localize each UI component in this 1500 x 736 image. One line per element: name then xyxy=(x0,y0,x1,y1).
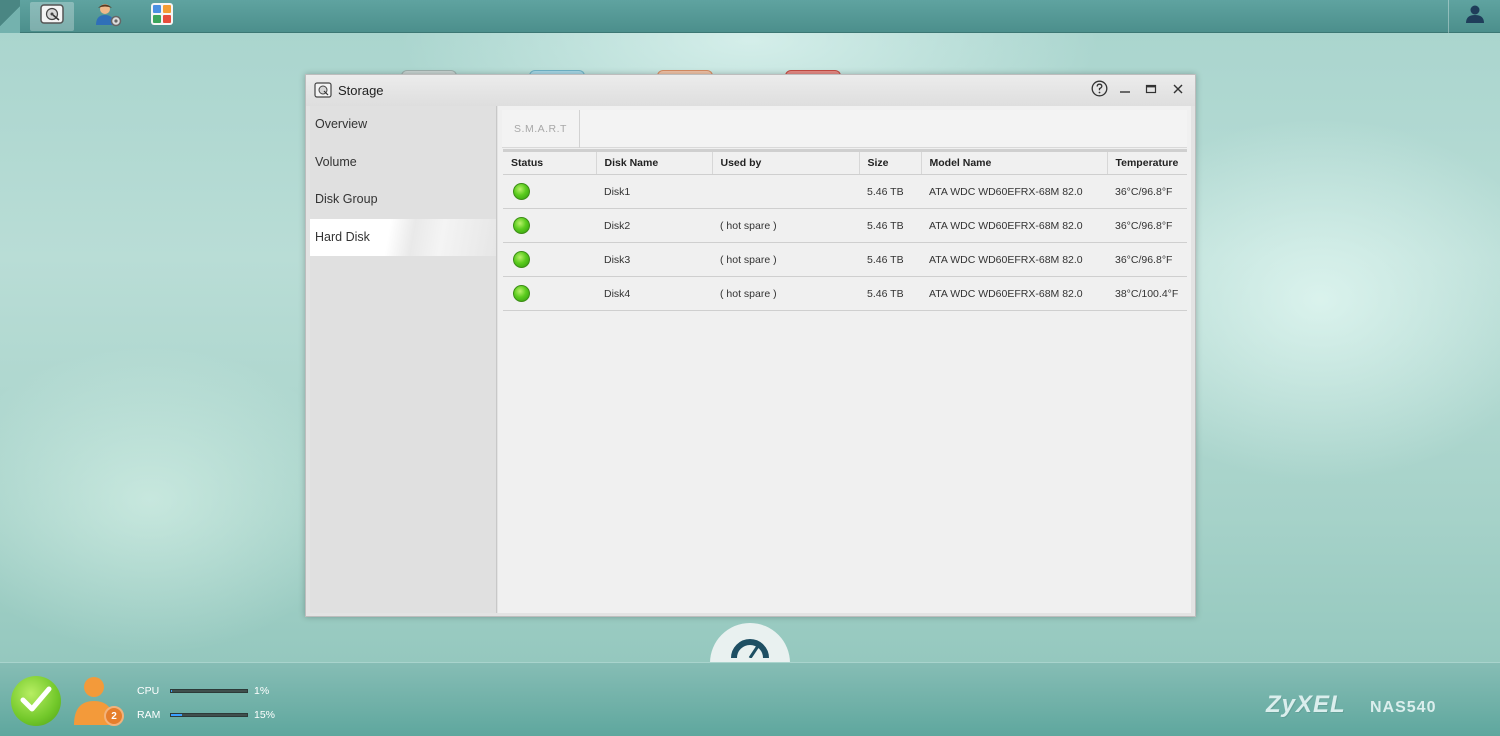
model-cell: ATA WDC WD60EFRX-68M 82.0 xyxy=(921,242,1107,277)
temperature-cell: 36°C/96.8°F xyxy=(1107,208,1187,243)
users-count-badge: 2 xyxy=(104,706,124,726)
status-ok-icon xyxy=(513,183,530,200)
help-button[interactable] xyxy=(1089,80,1109,102)
model-cell: ATA WDC WD60EFRX-68M 82.0 xyxy=(921,174,1107,209)
disk-name-cell: Disk3 xyxy=(596,242,712,277)
window-title: Storage xyxy=(338,83,384,98)
table-header-row: Status Disk Name Used by Size Model Name… xyxy=(503,150,1187,175)
size-cell: 5.46 TB xyxy=(859,174,921,209)
used-by-cell: ( hot spare ) xyxy=(712,276,859,311)
cpu-meter-fill xyxy=(171,690,173,692)
status-cell xyxy=(503,276,596,311)
brand-logo: ZyXEL xyxy=(1266,691,1346,718)
ram-value: 15% xyxy=(254,709,276,721)
used-by-cell: ( hot spare ) xyxy=(712,208,859,243)
cpu-value: 1% xyxy=(254,685,270,697)
disk-name-cell: Disk1 xyxy=(596,174,712,209)
maximize-button[interactable] xyxy=(1141,81,1161,101)
minimize-icon xyxy=(1119,82,1131,100)
sidebar-item-overview[interactable]: Overview xyxy=(310,106,496,144)
ram-label: RAM xyxy=(137,709,161,721)
table-row[interactable]: Disk1 5.46 TB ATA WDC WD60EFRX-68M 82.0 … xyxy=(503,174,1187,209)
column-header-temperature[interactable]: Temperature xyxy=(1107,150,1187,175)
hard-disk-icon xyxy=(314,82,332,103)
bottom-status-bar: 2 CPU 1% RAM 15% ZyXEL NAS540 xyxy=(0,662,1500,736)
gauge-icon xyxy=(728,634,772,663)
table-row[interactable]: Disk3 ( hot spare ) 5.46 TB ATA WDC WD60… xyxy=(503,242,1187,277)
dashboard-button[interactable] xyxy=(710,623,790,663)
system-status-button[interactable] xyxy=(11,676,61,726)
status-cell xyxy=(503,242,596,277)
minimize-button[interactable] xyxy=(1115,81,1135,101)
storage-window: Storage Overview Volume Disk Group Hard … xyxy=(305,74,1196,617)
model-cell: ATA WDC WD60EFRX-68M 82.0 xyxy=(921,276,1107,311)
disk-name-cell: Disk2 xyxy=(596,208,712,243)
sidebar-item-volume[interactable]: Volume xyxy=(310,144,496,182)
temperature-cell: 36°C/96.8°F xyxy=(1107,242,1187,277)
smart-button[interactable]: S.M.A.R.T xyxy=(502,110,580,148)
status-ok-icon xyxy=(513,285,530,302)
menu-corner-button[interactable] xyxy=(0,0,20,33)
column-header-disk-name[interactable]: Disk Name xyxy=(596,150,713,175)
cpu-label: CPU xyxy=(137,685,160,697)
storage-sidebar: Overview Volume Disk Group Hard Disk xyxy=(310,106,497,613)
device-model: NAS540 xyxy=(1370,699,1437,716)
sidebar-item-hard-disk[interactable]: Hard Disk xyxy=(310,218,496,256)
ram-meter-fill xyxy=(171,714,183,716)
user-icon xyxy=(1465,4,1485,29)
disk-name-cell: Disk4 xyxy=(596,276,712,311)
table-row[interactable]: Disk4 ( hot spare ) 5.46 TB ATA WDC WD60… xyxy=(503,276,1187,311)
temperature-cell: 36°C/96.8°F xyxy=(1107,174,1187,209)
taskbar-app-storage[interactable] xyxy=(30,2,74,31)
hard-disk-table: Status Disk Name Used by Size Model Name… xyxy=(503,149,1187,311)
close-icon xyxy=(1172,82,1184,100)
cpu-meter xyxy=(170,689,248,693)
sidebar-item-disk-group[interactable]: Disk Group xyxy=(310,181,496,219)
hard-disk-icon xyxy=(40,3,64,30)
status-ok-icon xyxy=(513,217,530,234)
column-header-model-name[interactable]: Model Name xyxy=(921,150,1108,175)
size-cell: 5.46 TB xyxy=(859,276,921,311)
user-account-button[interactable] xyxy=(1448,0,1500,33)
top-taskbar xyxy=(0,0,1500,33)
used-by-cell xyxy=(712,174,859,209)
check-icon xyxy=(20,685,52,718)
status-cell xyxy=(503,174,596,209)
used-by-cell: ( hot spare ) xyxy=(712,242,859,277)
table-row[interactable]: Disk2 ( hot spare ) 5.46 TB ATA WDC WD60… xyxy=(503,208,1187,243)
size-cell: 5.46 TB xyxy=(859,208,921,243)
size-cell: 5.46 TB xyxy=(859,242,921,277)
window-titlebar[interactable]: Storage xyxy=(306,75,1195,106)
column-header-size[interactable]: Size xyxy=(859,150,922,175)
status-cell xyxy=(503,208,596,243)
panel-toolbar: S.M.A.R.T xyxy=(502,110,1187,148)
column-header-used-by[interactable]: Used by xyxy=(712,150,860,175)
column-header-status[interactable]: Status xyxy=(503,150,597,175)
model-cell: ATA WDC WD60EFRX-68M 82.0 xyxy=(921,208,1107,243)
taskbar-app-control-panel[interactable] xyxy=(86,2,130,31)
ram-meter xyxy=(170,713,248,717)
taskbar-app-center[interactable] xyxy=(140,2,184,31)
temperature-cell: 38°C/100.4°F xyxy=(1107,276,1187,311)
user-gear-icon xyxy=(94,1,122,32)
close-button[interactable] xyxy=(1168,81,1188,101)
hard-disk-panel: S.M.A.R.T Status Disk Name Used by Size … xyxy=(498,106,1191,613)
maximize-icon xyxy=(1145,82,1157,100)
help-icon xyxy=(1091,80,1108,102)
status-ok-icon xyxy=(513,251,530,268)
apps-grid-icon xyxy=(150,2,174,31)
